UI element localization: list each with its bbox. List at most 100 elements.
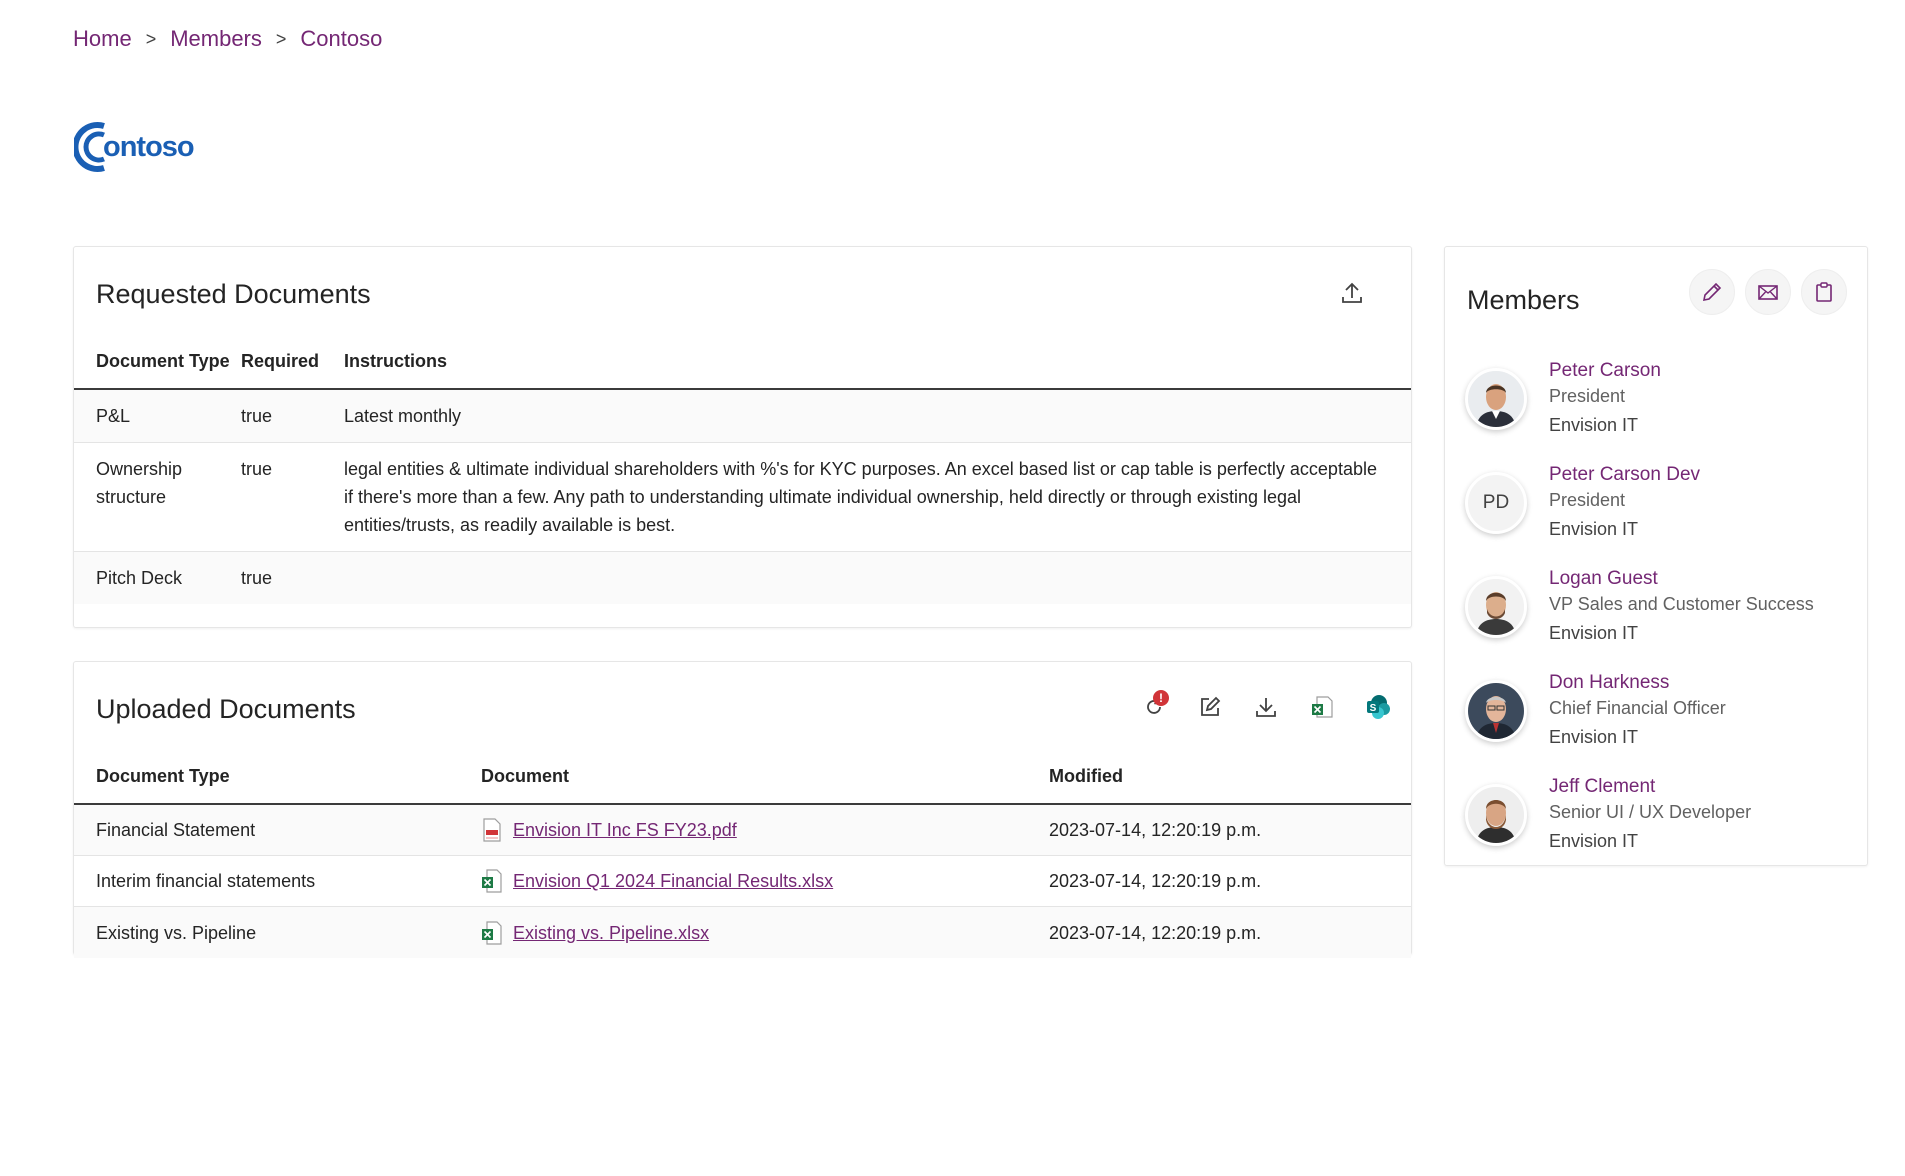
table-row: Financial Statement Envision IT Inc FS F… [74,805,1411,856]
edit-button[interactable] [1191,688,1229,726]
member-org: Envision IT [1549,518,1639,539]
cell-modified: 2023-07-14, 12:20:19 p.m. [1049,871,1262,891]
members-title: Members [1467,285,1580,315]
contoso-logo: ontoso [72,118,214,174]
uploaded-toolbar: ! S [1135,688,1397,726]
upload-button[interactable] [1334,275,1370,311]
clipboard-icon [1816,282,1832,302]
avatar [1465,576,1527,638]
member-name[interactable]: Jeff Clement [1549,773,1751,800]
cell-document-type: P&L [96,406,131,426]
breadcrumb-current[interactable]: Contoso [300,26,382,52]
member-name[interactable]: Don Harkness [1549,669,1726,696]
export-excel-button[interactable] [1303,688,1341,726]
svg-text:S: S [1370,703,1377,714]
cell-modified: 2023-07-14, 12:20:19 p.m. [1049,922,1262,943]
breadcrumb-members[interactable]: Members [170,26,262,52]
sharepoint-icon: S [1367,695,1390,719]
header-instructions: Instructions [344,351,448,371]
member-item: Peter Carson President Envision IT [1465,347,1814,451]
mail-icon [1758,285,1778,300]
download-icon [1256,698,1276,717]
member-role: President [1549,385,1626,406]
members-list: Peter Carson President Envision IT PD Pe… [1465,347,1814,867]
excel-icon [1312,696,1333,718]
table-header: Document Type Required Instructions [74,347,1411,390]
member-item: Logan Guest VP Sales and Customer Succes… [1465,555,1814,659]
member-role: President [1549,489,1626,510]
member-role: Chief Financial Officer [1549,697,1726,718]
excel-file-icon [482,869,502,893]
members-actions [1689,269,1847,315]
table-row: Ownership structure true legal entities … [74,443,1411,552]
cell-document-type: Ownership structure [96,459,183,507]
person-photo-icon [1468,579,1524,635]
uploaded-documents-title: Uploaded Documents [96,694,356,724]
avatar [1465,368,1527,430]
table-header: Document Type Document Modified [74,762,1411,805]
avatar: PD [1465,472,1527,534]
cell-modified: 2023-07-14, 12:20:19 p.m. [1049,820,1262,840]
member-org: Envision IT [1549,414,1639,435]
refresh-button[interactable]: ! [1135,688,1173,726]
edit-icon [1201,696,1221,716]
member-org: Envision IT [1549,622,1639,643]
cell-document-type: Pitch Deck [96,568,183,588]
cell-document: Envision Q1 2024 Financial Results.xlsx [481,867,1049,895]
member-role: Senior UI / UX Developer [1549,801,1752,822]
cell-document: Envision IT Inc FS FY23.pdf [481,816,1049,844]
table-row: Existing vs. Pipeline Existing vs. Pipel… [74,907,1411,958]
table-row: Pitch Deck true [74,552,1411,604]
cell-instructions: legal entities & ultimate individual sha… [344,459,1377,535]
member-name[interactable]: Logan Guest [1549,565,1814,592]
header-document-type: Document Type [96,351,230,371]
header-required: Required [241,351,320,371]
table-row: P&L true Latest monthly [74,390,1411,443]
document-link[interactable]: Envision Q1 2024 Financial Results.xlsx [513,867,833,895]
cell-document-type: Interim financial statements [96,871,316,891]
cell-required: true [241,568,273,588]
uploaded-documents-card: Uploaded Documents ! S Document Type Doc… [73,661,1412,958]
logo-text: ontoso [103,131,194,163]
upload-icon [1342,282,1362,303]
requested-documents-table: Document Type Required Instructions P&L … [74,347,1411,604]
cell-document: Existing vs. Pipeline.xlsx [481,919,1049,947]
member-item: Don Harkness Chief Financial Officer Env… [1465,659,1814,763]
member-name[interactable]: Peter Carson [1549,357,1661,384]
edit-members-button[interactable] [1689,269,1735,315]
member-org: Envision IT [1549,726,1639,747]
requested-documents-title: Requested Documents [96,279,371,309]
cell-document-type: Existing vs. Pipeline [96,922,257,943]
document-link[interactable]: Existing vs. Pipeline.xlsx [513,919,709,947]
person-photo-icon [1468,683,1524,739]
table-row: Interim financial statements Envision Q1… [74,856,1411,907]
breadcrumb-separator: > [145,28,157,49]
members-card: Members Peter Carson President Envision … [1444,246,1868,866]
email-members-button[interactable] [1745,269,1791,315]
cell-required: true [241,459,273,479]
uploaded-documents-table: Document Type Document Modified Financia… [74,762,1411,958]
copy-members-button[interactable] [1801,269,1847,315]
person-photo-icon [1468,371,1524,427]
member-item: PD Peter Carson Dev President Envision I… [1465,451,1814,555]
contoso-logo-mark: ontoso [72,122,195,172]
header-modified: Modified [1049,766,1123,786]
avatar [1465,784,1527,846]
member-role: VP Sales and Customer Success [1549,593,1814,614]
header-document: Document [481,766,570,786]
excel-file-icon [482,920,502,945]
member-org: Envision IT [1549,830,1639,851]
cell-required: true [241,406,273,426]
avatar-initials: PD [1482,492,1510,513]
sharepoint-button[interactable]: S [1359,688,1397,726]
header-document-type: Document Type [96,766,230,786]
person-photo-icon [1468,787,1524,843]
member-item: Jeff Clement Senior UI / UX Developer En… [1465,763,1814,867]
document-link[interactable]: Envision IT Inc FS FY23.pdf [513,816,737,844]
breadcrumb-separator: > [275,28,287,49]
avatar [1465,680,1527,742]
pencil-icon [1702,282,1722,302]
breadcrumb-home[interactable]: Home [73,26,132,52]
download-button[interactable] [1247,688,1285,726]
member-name[interactable]: Peter Carson Dev [1549,461,1700,488]
